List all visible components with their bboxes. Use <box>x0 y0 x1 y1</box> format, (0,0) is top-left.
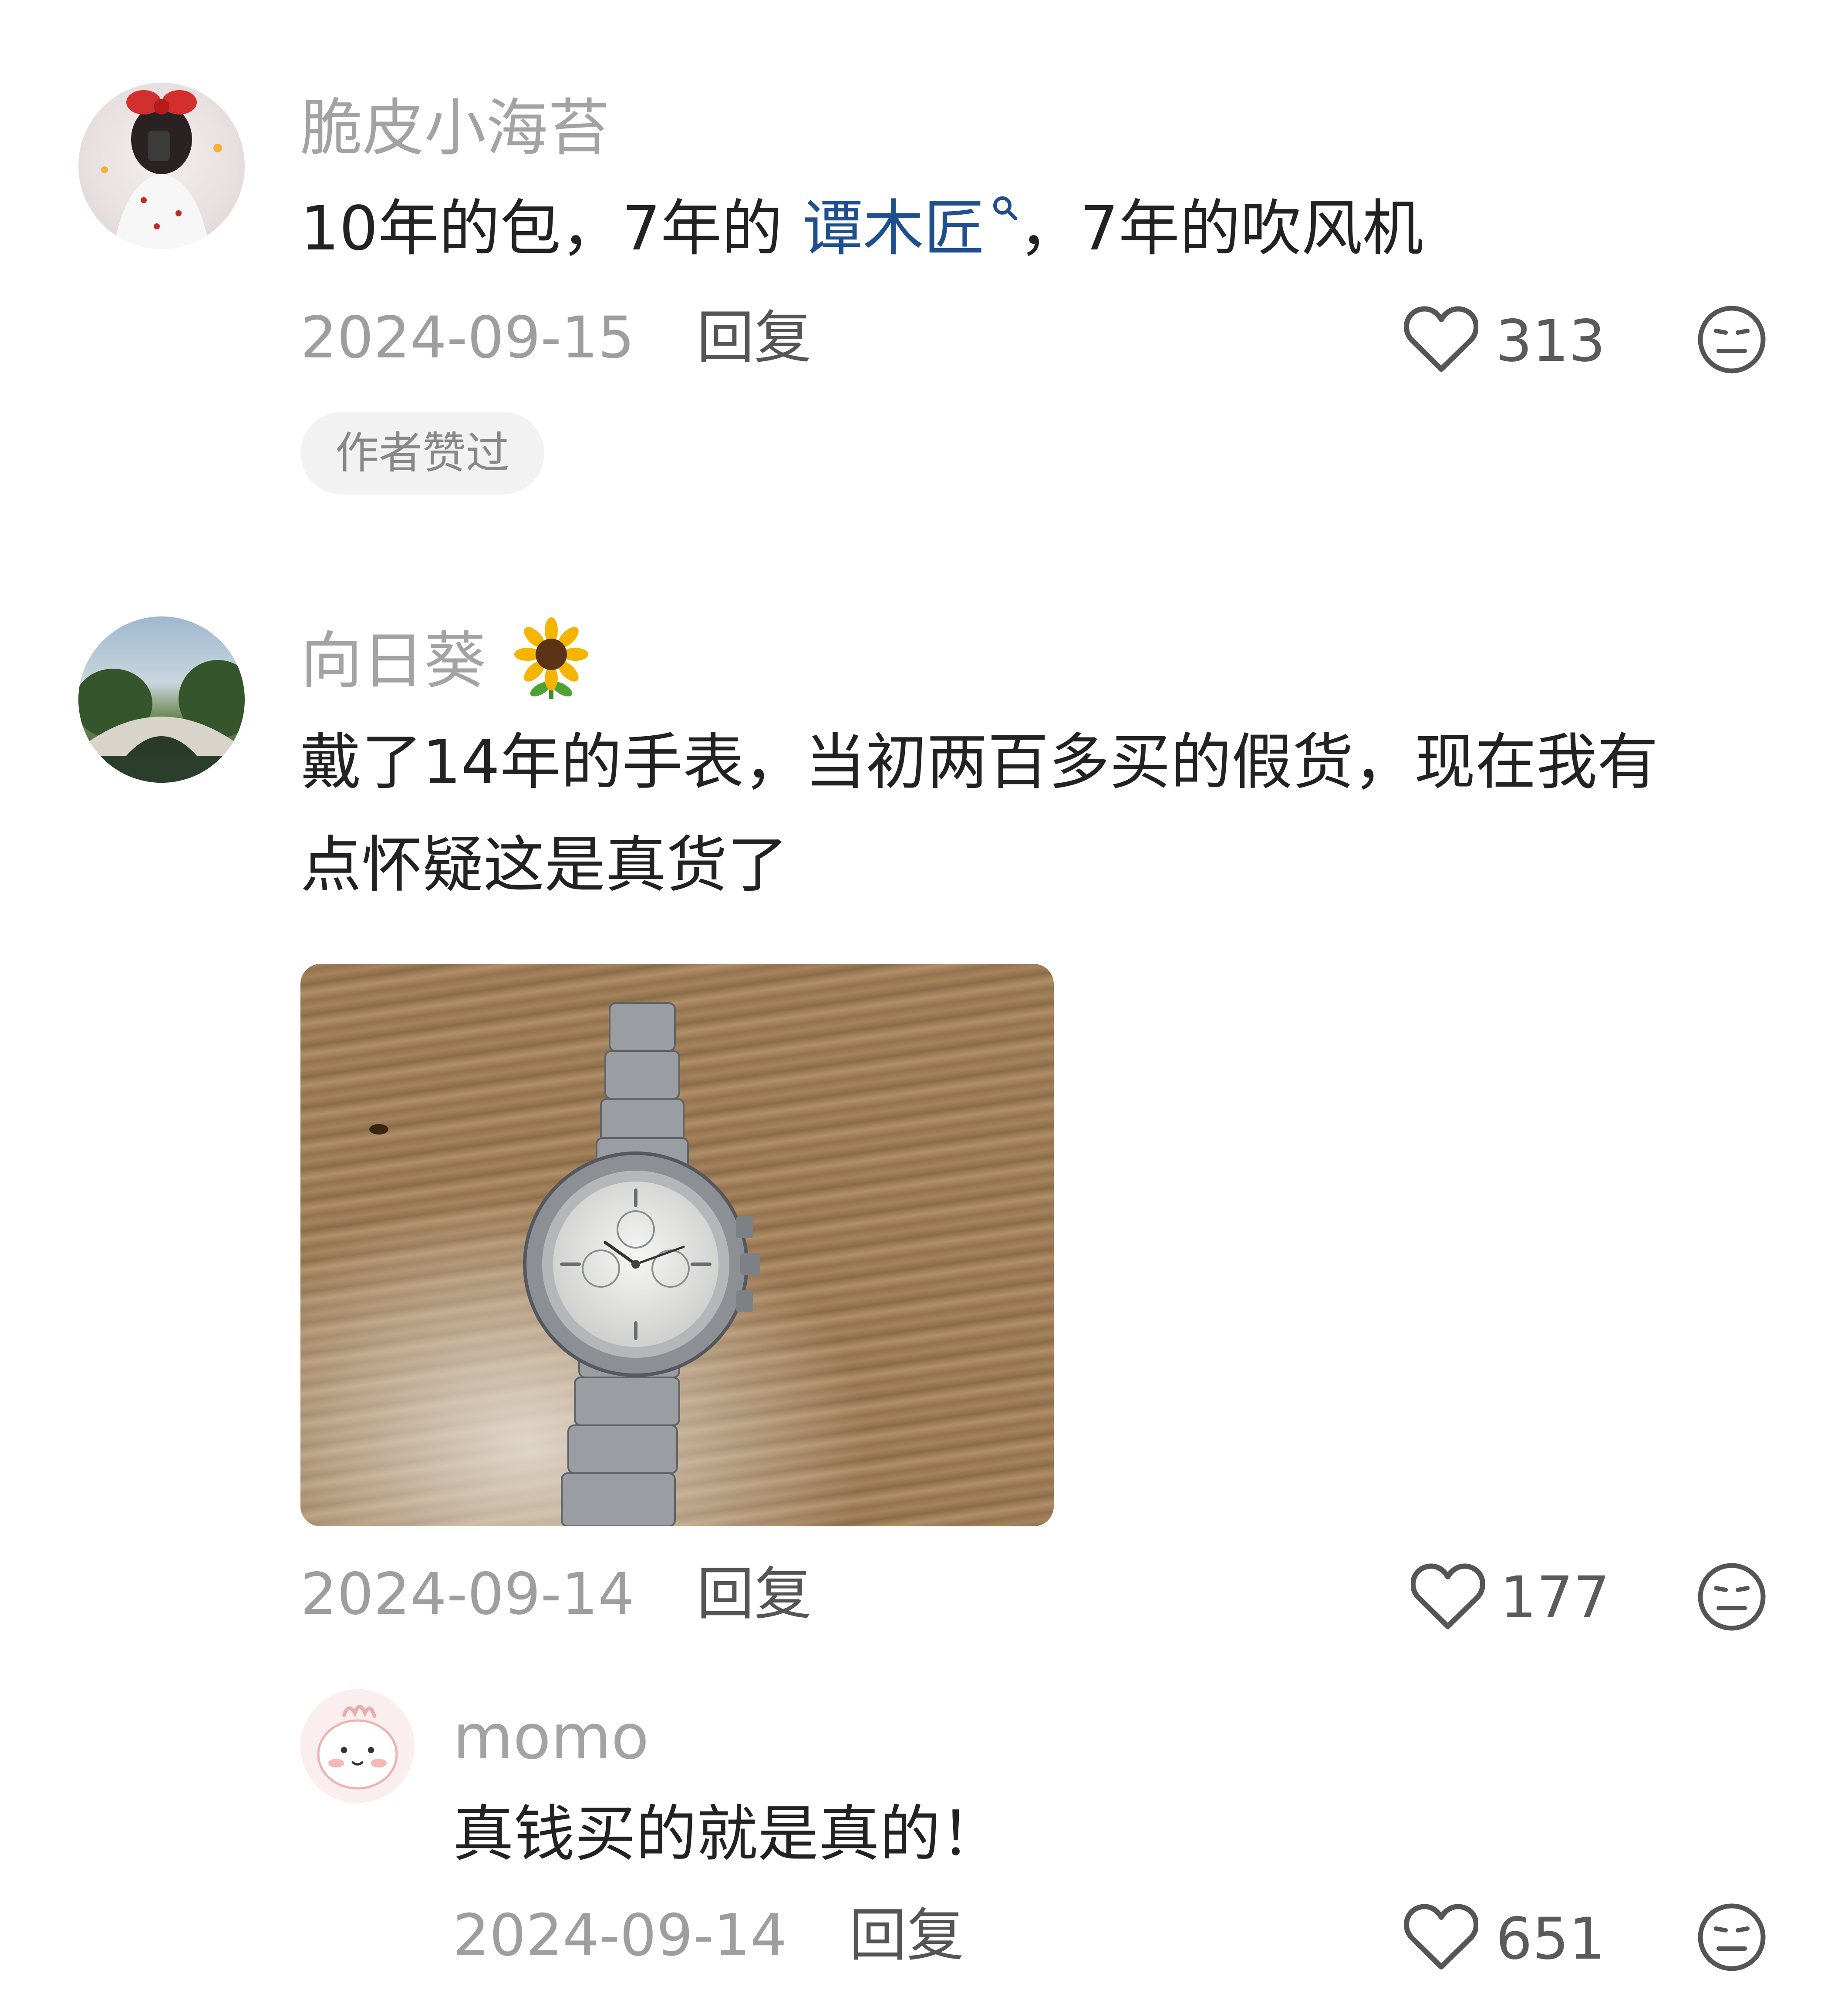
meh-face-icon[interactable] <box>1696 304 1767 375</box>
heart-outline-icon[interactable] <box>1404 1902 1478 1970</box>
heart-outline-icon[interactable] <box>1411 1562 1485 1630</box>
reply-button[interactable]: 回复 <box>849 1907 964 1964</box>
reply-text: 真钱买的就是真的！ <box>453 1799 1002 1870</box>
comment-item: 脆皮小海苔 10年的包，7年的 谭木匠 ，7年的吹风机 2024-09-15 回复… <box>0 0 1848 522</box>
username[interactable]: 向日葵 <box>300 617 589 700</box>
search-link[interactable]: 谭木匠 <box>802 193 1019 264</box>
comment-image[interactable] <box>300 964 1054 1526</box>
reply-item: momo 真钱买的就是真的！ 2024-09-14 回复 651 <box>300 1672 1848 1993</box>
reply-date: 2024-09-14 <box>453 1902 787 1969</box>
like-count: 177 <box>1500 1564 1610 1631</box>
author-liked-badge: 作者赞过 <box>300 412 544 495</box>
meh-face-icon[interactable] <box>1696 1902 1767 1973</box>
avatar[interactable] <box>300 1689 415 1803</box>
username[interactable]: 脆皮小海苔 <box>300 98 610 159</box>
comment-item: 向日葵 戴了14年的手表，当初两百多买的假货，现在我有 点怀疑这是真货了 202… <box>0 566 1848 1993</box>
search-icon <box>991 194 1019 222</box>
avatar[interactable] <box>78 616 245 783</box>
like-count: 651 <box>1496 1905 1605 1973</box>
comment-text-part: 10年的包，7年的 <box>300 193 802 264</box>
comment-date: 2024-09-14 <box>300 1561 635 1628</box>
comment-date: 2024-09-15 <box>300 304 635 371</box>
comment-text-part: ，7年的吹风机 <box>1018 193 1423 264</box>
username-text[interactable]: 向日葵 <box>300 625 486 697</box>
comment-text: 10年的包，7年的 谭木匠 ，7年的吹风机 <box>300 178 1423 280</box>
comment-text-line: 戴了14年的手表，当初两百多买的假货，现在我有 <box>300 727 1659 798</box>
like-count: 313 <box>1496 308 1605 375</box>
reply-button[interactable]: 回复 <box>697 309 812 367</box>
sunflower-emoji-icon <box>514 617 589 700</box>
heart-outline-icon[interactable] <box>1404 305 1478 373</box>
reply-button[interactable]: 回复 <box>697 1565 812 1623</box>
meh-face-icon[interactable] <box>1696 1561 1767 1633</box>
username[interactable]: momo <box>453 1707 649 1768</box>
avatar[interactable] <box>78 83 245 249</box>
search-link-text[interactable]: 谭木匠 <box>802 193 985 264</box>
comment-text-line: 点怀疑这是真货了 <box>300 830 789 901</box>
